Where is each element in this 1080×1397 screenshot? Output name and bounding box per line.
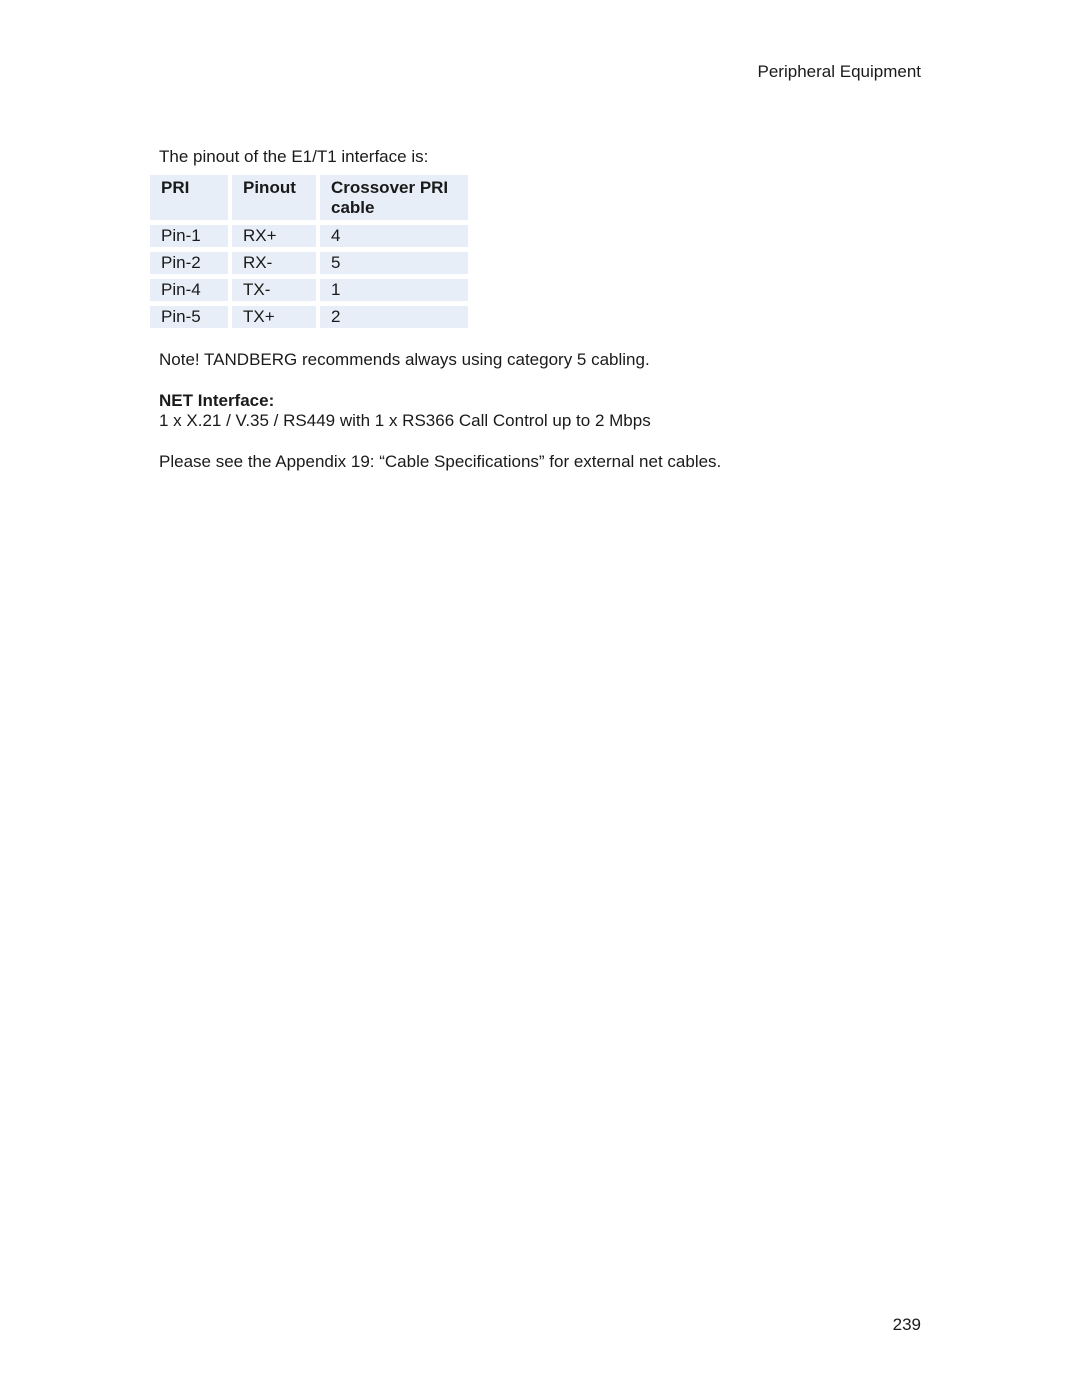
cabling-note: Note! TANDBERG recommends always using c…	[159, 350, 650, 369]
pinout-table: PRI Pinout Crossover PRI cable Pin-1 RX+…	[146, 170, 472, 333]
table-row: Pin-2 RX- 5	[150, 252, 468, 274]
page-number: 239	[892, 1315, 921, 1334]
cell-pinout: RX+	[232, 225, 316, 247]
table-header-row: PRI Pinout Crossover PRI cable	[150, 175, 468, 220]
appendix-reference: Please see the Appendix 19: “Cable Speci…	[159, 452, 722, 471]
table-row: Pin-5 TX+ 2	[150, 306, 468, 328]
cell-pinout: TX-	[232, 279, 316, 301]
cell-pinout: TX+	[232, 306, 316, 328]
cell-crossover: 2	[320, 306, 468, 328]
column-header-pinout: Pinout	[232, 175, 316, 220]
cell-pri: Pin-4	[150, 279, 228, 301]
net-interface-spec: 1 x X.21 / V.35 / RS449 with 1 x RS366 C…	[159, 411, 651, 430]
cell-crossover: 5	[320, 252, 468, 274]
table-row: Pin-1 RX+ 4	[150, 225, 468, 247]
column-header-pri: PRI	[150, 175, 228, 220]
cell-crossover: 4	[320, 225, 468, 247]
column-header-crossover: Crossover PRI cable	[320, 175, 468, 220]
cell-crossover: 1	[320, 279, 468, 301]
cell-pri: Pin-2	[150, 252, 228, 274]
cell-pinout: RX-	[232, 252, 316, 274]
cell-pri: Pin-1	[150, 225, 228, 247]
intro-text: The pinout of the E1/T1 interface is:	[159, 147, 429, 166]
cell-pri: Pin-5	[150, 306, 228, 328]
running-header: Peripheral Equipment	[757, 62, 921, 81]
table-row: Pin-4 TX- 1	[150, 279, 468, 301]
net-interface-heading: NET Interface:	[159, 391, 275, 410]
